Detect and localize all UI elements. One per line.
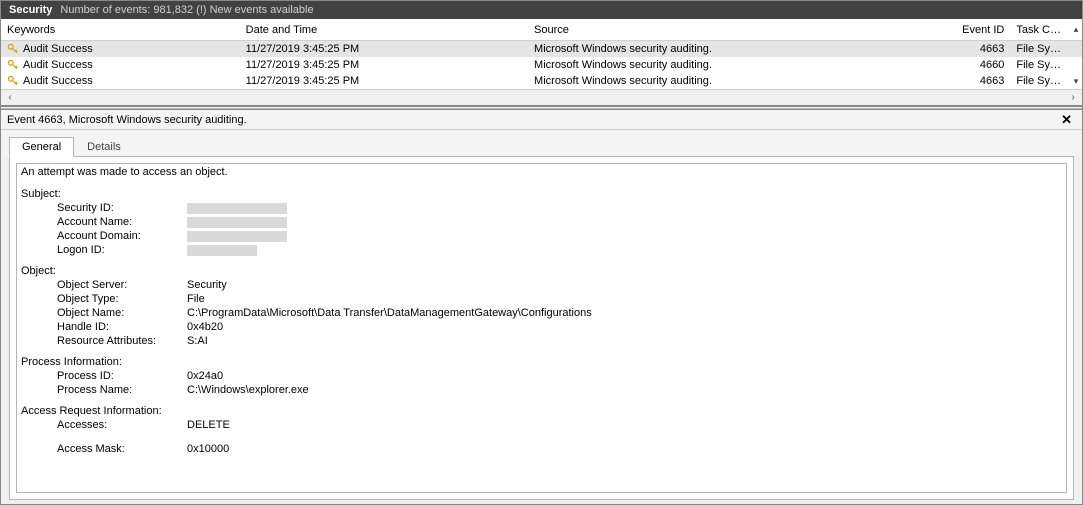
row-source: Microsoft Windows security auditing. [528,41,956,57]
close-icon[interactable]: ✕ [1057,112,1076,128]
resource-attr-value: S:AI [187,334,1062,348]
column-eventid[interactable]: Event ID [956,22,1011,38]
tab-general[interactable]: General [9,137,74,157]
row-taskcat: File System [1010,57,1070,73]
process-heading: Process Information: [21,356,1062,368]
detail-tabs: General Details [1,130,1082,156]
title-event-count: Number of events: 981,832 (!) New events… [60,4,313,16]
row-date: 11/27/2019 3:45:25 PM [240,57,528,73]
horizontal-scrollbar[interactable]: ‹ › [1,89,1082,105]
logon-id-label: Logon ID: [57,243,187,257]
process-id-value: 0x24a0 [187,369,1062,383]
process-name-value: C:\Windows\explorer.exe [187,383,1062,397]
account-domain-label: Account Domain: [57,229,187,243]
key-icon [7,43,19,55]
event-message: An attempt was made to access an object. [21,166,1062,178]
window-titlebar: Security Number of events: 981,832 (!) N… [1,1,1082,19]
row-eventid: 4660 [956,57,1011,73]
object-type-value: File [187,292,1062,306]
resource-attr-label: Resource Attributes: [57,334,187,348]
column-keywords[interactable]: Keywords [1,22,240,38]
object-server-value: Security [187,278,1062,292]
object-server-label: Object Server: [57,278,187,292]
object-heading: Object: [21,265,1062,277]
key-icon [7,75,19,87]
account-name-value [187,217,287,228]
accesses-value: DELETE [187,418,1062,432]
process-name-label: Process Name: [57,383,187,397]
event-row[interactable]: Audit Success 11/27/2019 3:45:25 PMMicros… [1,41,1082,57]
key-icon [7,59,19,71]
account-domain-value [187,231,287,242]
security-id-value [187,203,287,214]
logon-id-value [187,245,257,256]
object-name-value: C:\ProgramData\Microsoft\Data Transfer\D… [187,306,1062,320]
handle-id-label: Handle ID: [57,320,187,334]
row-keywords: Audit Success [23,43,93,55]
detail-header: Event 4663, Microsoft Windows security a… [1,110,1082,130]
scroll-down-icon[interactable]: ▾ [1070,76,1082,87]
security-id-label: Security ID: [57,201,187,215]
row-date: 11/27/2019 3:45:25 PM [240,41,528,57]
detail-header-title: Event 4663, Microsoft Windows security a… [7,114,247,126]
object-type-label: Object Type: [57,292,187,306]
access-mask-value: 0x10000 [187,442,1062,456]
scroll-left-icon[interactable]: ‹ [3,91,17,105]
detail-body: An attempt was made to access an object.… [9,156,1074,500]
row-eventid: 4663 [956,41,1011,57]
row-keywords: Audit Success [23,59,93,71]
row-taskcat: File System [1010,73,1070,89]
event-list: Keywords Date and Time Source Event ID T… [1,19,1082,106]
detail-scroll-area[interactable]: An attempt was made to access an object.… [16,163,1067,493]
column-source[interactable]: Source [528,22,956,38]
accesses-label: Accesses: [57,418,187,432]
access-heading: Access Request Information: [21,405,1062,417]
scroll-up-icon[interactable]: ▴ [1070,24,1082,35]
row-date: 11/27/2019 3:45:25 PM [240,73,528,89]
row-taskcat: File System [1010,41,1070,57]
row-source: Microsoft Windows security auditing. [528,73,956,89]
subject-heading: Subject: [21,188,1062,200]
row-keywords: Audit Success [23,75,93,87]
object-name-label: Object Name: [57,306,187,320]
tab-details[interactable]: Details [74,137,134,157]
handle-id-value: 0x4b20 [187,320,1062,334]
access-mask-label: Access Mask: [57,442,187,456]
row-eventid: 4663 [956,73,1011,89]
row-source: Microsoft Windows security auditing. [528,57,956,73]
scroll-right-icon[interactable]: › [1066,91,1080,105]
column-taskcat[interactable]: Task Category [1010,22,1070,38]
event-row[interactable]: Audit Success 11/27/2019 3:45:25 PMMicros… [1,57,1082,73]
column-date[interactable]: Date and Time [240,22,528,38]
account-name-label: Account Name: [57,215,187,229]
process-id-label: Process ID: [57,369,187,383]
event-row[interactable]: Audit Success 11/27/2019 3:45:25 PMMicros… [1,73,1082,89]
event-list-header[interactable]: Keywords Date and Time Source Event ID T… [1,19,1082,41]
title-main: Security [9,4,52,16]
